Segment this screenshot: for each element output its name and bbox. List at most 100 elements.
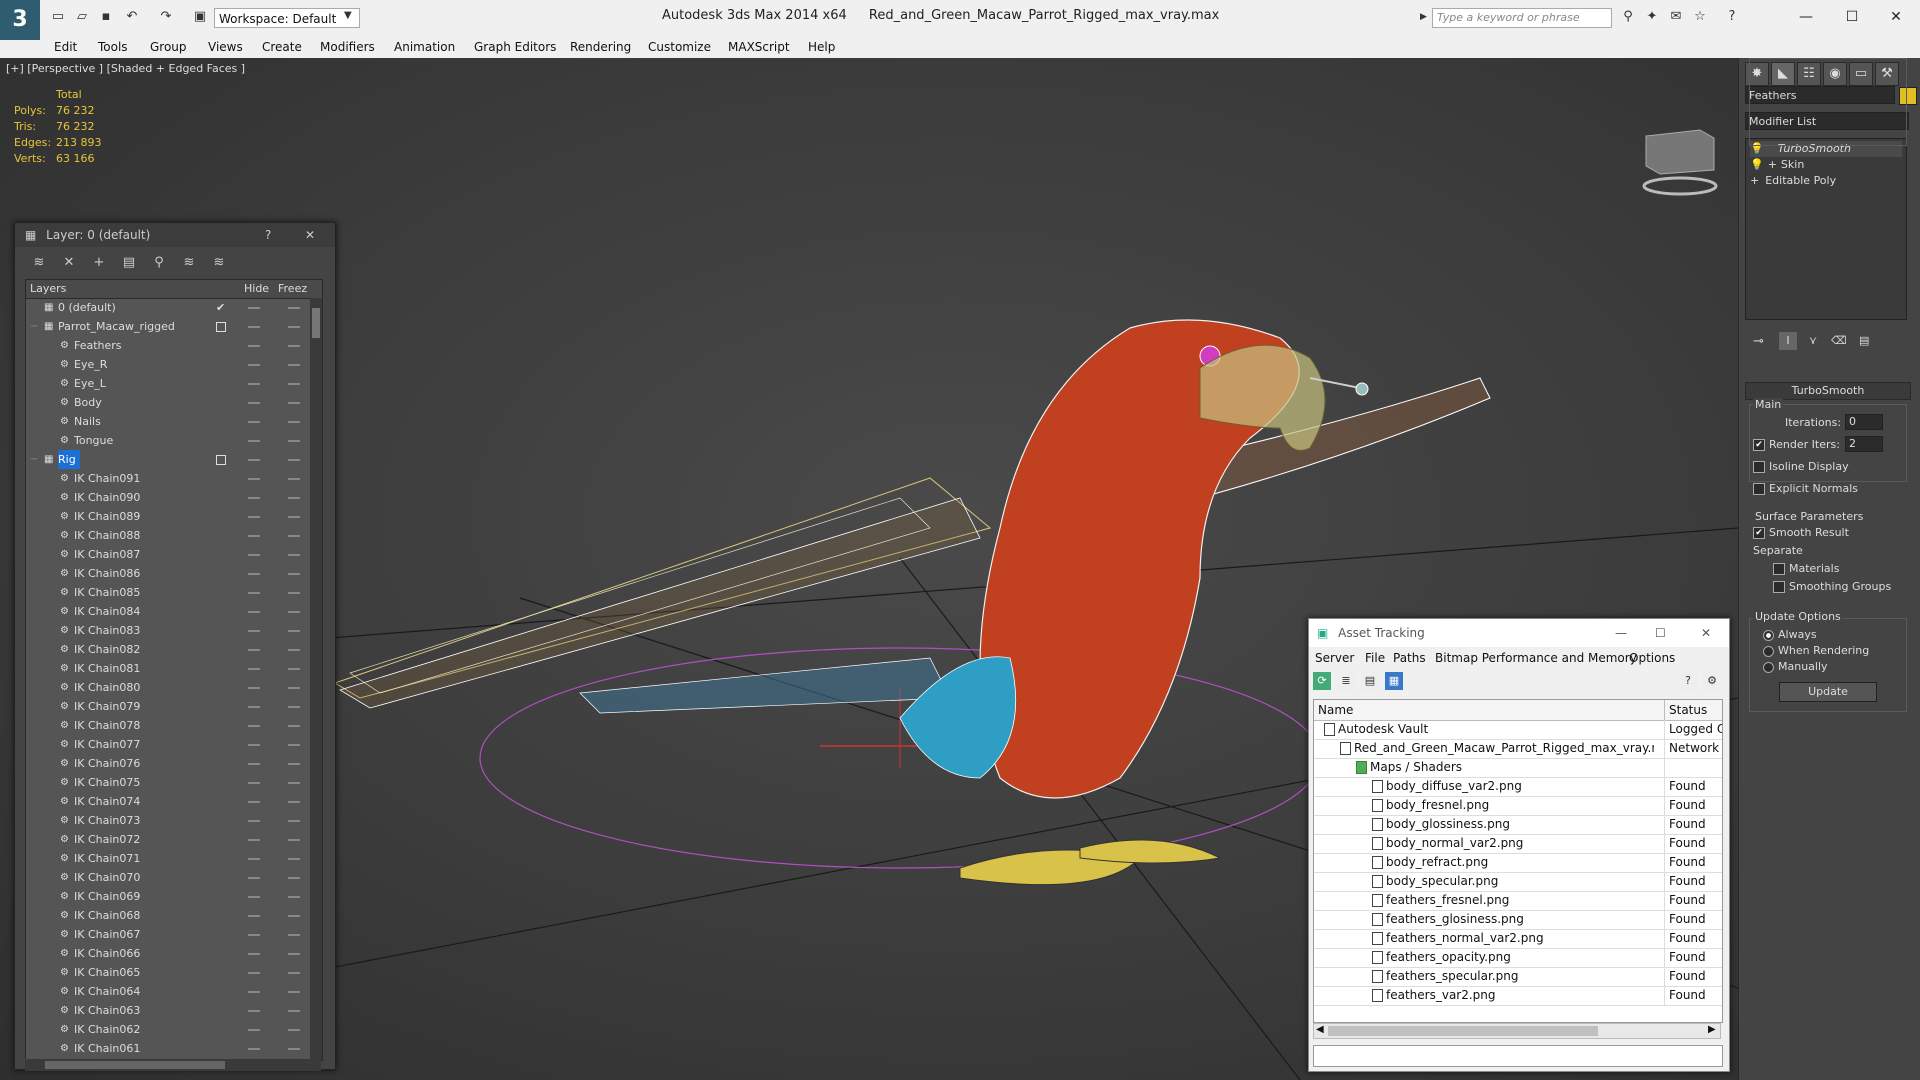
layer-name[interactable]: IK Chain084 xyxy=(74,602,140,621)
freeze-toggle[interactable] xyxy=(288,915,300,917)
iterations-spinner[interactable]: 0 xyxy=(1845,414,1883,430)
layer-name[interactable]: IK Chain088 xyxy=(74,526,140,545)
freeze-toggle[interactable] xyxy=(288,687,300,689)
layer-row[interactable]: ⚙ IK Chain071 xyxy=(26,849,310,868)
layer-row[interactable]: ⚙ IK Chain086 xyxy=(26,564,310,583)
column-hide[interactable]: Hide xyxy=(244,280,269,298)
delete-layer-icon[interactable]: ✕ xyxy=(59,253,79,273)
freeze-toggle[interactable] xyxy=(288,744,300,746)
hide-toggle[interactable] xyxy=(248,915,260,917)
freeze-toggle[interactable] xyxy=(288,459,300,461)
layer-name[interactable]: IK Chain070 xyxy=(74,868,140,887)
column-layers[interactable]: Layers xyxy=(30,280,66,298)
hide-toggle[interactable] xyxy=(248,535,260,537)
layers-manager-icon[interactable]: ≋ xyxy=(29,253,49,273)
layer-name[interactable]: IK Chain090 xyxy=(74,488,140,507)
hide-toggle[interactable] xyxy=(248,611,260,613)
select-objects-icon[interactable]: ▤ xyxy=(119,253,139,273)
layer-dialog-titlebar[interactable]: ▦ Layer: 0 (default) ? ✕ xyxy=(15,223,335,247)
freeze-toggle[interactable] xyxy=(288,630,300,632)
scroll-right-icon[interactable]: ▶ xyxy=(1708,1024,1716,1035)
materials-checkbox[interactable] xyxy=(1773,563,1785,575)
stack-item-skin[interactable]: 💡 + Skin xyxy=(1750,157,1902,173)
layer-row[interactable]: ⚙ IK Chain073 xyxy=(26,811,310,830)
hide-toggle[interactable] xyxy=(248,820,260,822)
freeze-toggle[interactable] xyxy=(288,497,300,499)
menu-customize[interactable]: Customize xyxy=(648,40,711,54)
menu-help[interactable]: Help xyxy=(808,40,835,54)
settings-icon[interactable]: ⚙ xyxy=(1703,672,1721,690)
layer-name[interactable]: IK Chain078 xyxy=(74,716,140,735)
stack-item-editable-poly[interactable]: + Editable Poly xyxy=(1750,173,1902,189)
hide-toggle[interactable] xyxy=(248,782,260,784)
hide-toggle[interactable] xyxy=(248,497,260,499)
layer-row[interactable]: ⚙ IK Chain074 xyxy=(26,792,310,811)
when-rendering-radio[interactable] xyxy=(1763,645,1774,657)
freeze-toggle[interactable] xyxy=(288,706,300,708)
freeze-toggle[interactable] xyxy=(288,326,300,328)
layer-name[interactable]: IK Chain086 xyxy=(74,564,140,583)
hide-toggle[interactable] xyxy=(248,478,260,480)
freeze-toggle[interactable] xyxy=(288,307,300,309)
layer-name[interactable]: IK Chain071 xyxy=(74,849,140,868)
asset-row[interactable]: body_diffuse_var2.png Found xyxy=(1314,777,1722,797)
smooth-result-row[interactable]: ✔ Smooth Result xyxy=(1753,526,1849,539)
hide-toggle[interactable] xyxy=(248,326,260,328)
asset-row[interactable]: body_normal_var2.png Found xyxy=(1314,834,1722,854)
layer-row[interactable]: ⚙ IK Chain065 xyxy=(26,963,310,982)
layer-row[interactable]: ⚙ IK Chain077 xyxy=(26,735,310,754)
close-icon[interactable]: ✕ xyxy=(1876,6,1916,28)
binoculars-icon[interactable]: ⚲ xyxy=(1618,8,1638,26)
asset-row[interactable]: feathers_glosiness.png Found xyxy=(1314,910,1722,930)
hide-toggle[interactable] xyxy=(248,858,260,860)
materials-row[interactable]: Materials xyxy=(1773,562,1839,575)
hide-toggle[interactable] xyxy=(248,516,260,518)
freeze-toggle[interactable] xyxy=(288,573,300,575)
freeze-toggle[interactable] xyxy=(288,535,300,537)
layer-name[interactable]: IK Chain085 xyxy=(74,583,140,602)
hide-toggle[interactable] xyxy=(248,1029,260,1031)
freeze-toggle[interactable] xyxy=(288,554,300,556)
layer-row[interactable]: ⚙ IK Chain089 xyxy=(26,507,310,526)
menu-edit[interactable]: Edit xyxy=(54,40,77,54)
freeze-toggle[interactable] xyxy=(288,516,300,518)
hide-toggle[interactable] xyxy=(248,307,260,309)
layer-vertical-scrollbar[interactable] xyxy=(310,298,322,1060)
hide-toggle[interactable] xyxy=(248,630,260,632)
layer-name[interactable]: IK Chain089 xyxy=(74,507,140,526)
hide-toggle[interactable] xyxy=(248,896,260,898)
scroll-left-icon[interactable]: ◀ xyxy=(1316,1024,1324,1035)
freeze-toggle[interactable] xyxy=(288,934,300,936)
freeze-toggle[interactable] xyxy=(288,611,300,613)
detail-view-icon[interactable]: ▤ xyxy=(1361,672,1379,690)
lightbulb-icon[interactable]: 💡 xyxy=(1750,158,1764,171)
freeze-toggle[interactable] xyxy=(288,364,300,366)
menu-rendering[interactable]: Rendering xyxy=(570,40,631,54)
render-iters-row[interactable]: ✔ Render Iters: xyxy=(1753,438,1840,451)
project-folder-icon[interactable]: ▣ xyxy=(190,8,210,26)
close-icon[interactable]: ✕ xyxy=(1701,619,1711,647)
close-icon[interactable]: ✕ xyxy=(305,223,315,247)
when-rendering-row[interactable]: When Rendering xyxy=(1763,644,1869,657)
asset-row[interactable]: feathers_specular.png Found xyxy=(1314,967,1722,987)
help-icon[interactable]: ? xyxy=(1679,672,1697,690)
hide-toggle[interactable] xyxy=(248,706,260,708)
column-freeze[interactable]: Freez xyxy=(278,280,307,298)
layer-name[interactable]: IK Chain074 xyxy=(74,792,140,811)
layer-name[interactable]: 0 (default) xyxy=(58,298,116,317)
hide-toggle[interactable] xyxy=(248,459,260,461)
asset-row[interactable]: feathers_var2.png Found xyxy=(1314,986,1722,1006)
layer-row[interactable]: ⚙ Feathers xyxy=(26,336,310,355)
menu-create[interactable]: Create xyxy=(262,40,302,54)
layer-row[interactable]: ⚙ IK Chain087 xyxy=(26,545,310,564)
freeze-toggle[interactable] xyxy=(288,345,300,347)
search-input[interactable]: Type a keyword or phrase xyxy=(1432,8,1612,28)
layer-name[interactable]: IK Chain065 xyxy=(74,963,140,982)
isoline-checkbox[interactable] xyxy=(1753,461,1765,473)
menu-maxscript[interactable]: MAXScript xyxy=(728,40,790,54)
layer-name[interactable]: IK Chain075 xyxy=(74,773,140,792)
layer-row[interactable]: ⚙ IK Chain062 xyxy=(26,1020,310,1039)
layer-name[interactable]: Eye_L xyxy=(74,374,106,393)
refresh-icon[interactable]: ⟳ xyxy=(1313,672,1331,690)
hide-toggle[interactable] xyxy=(248,972,260,974)
